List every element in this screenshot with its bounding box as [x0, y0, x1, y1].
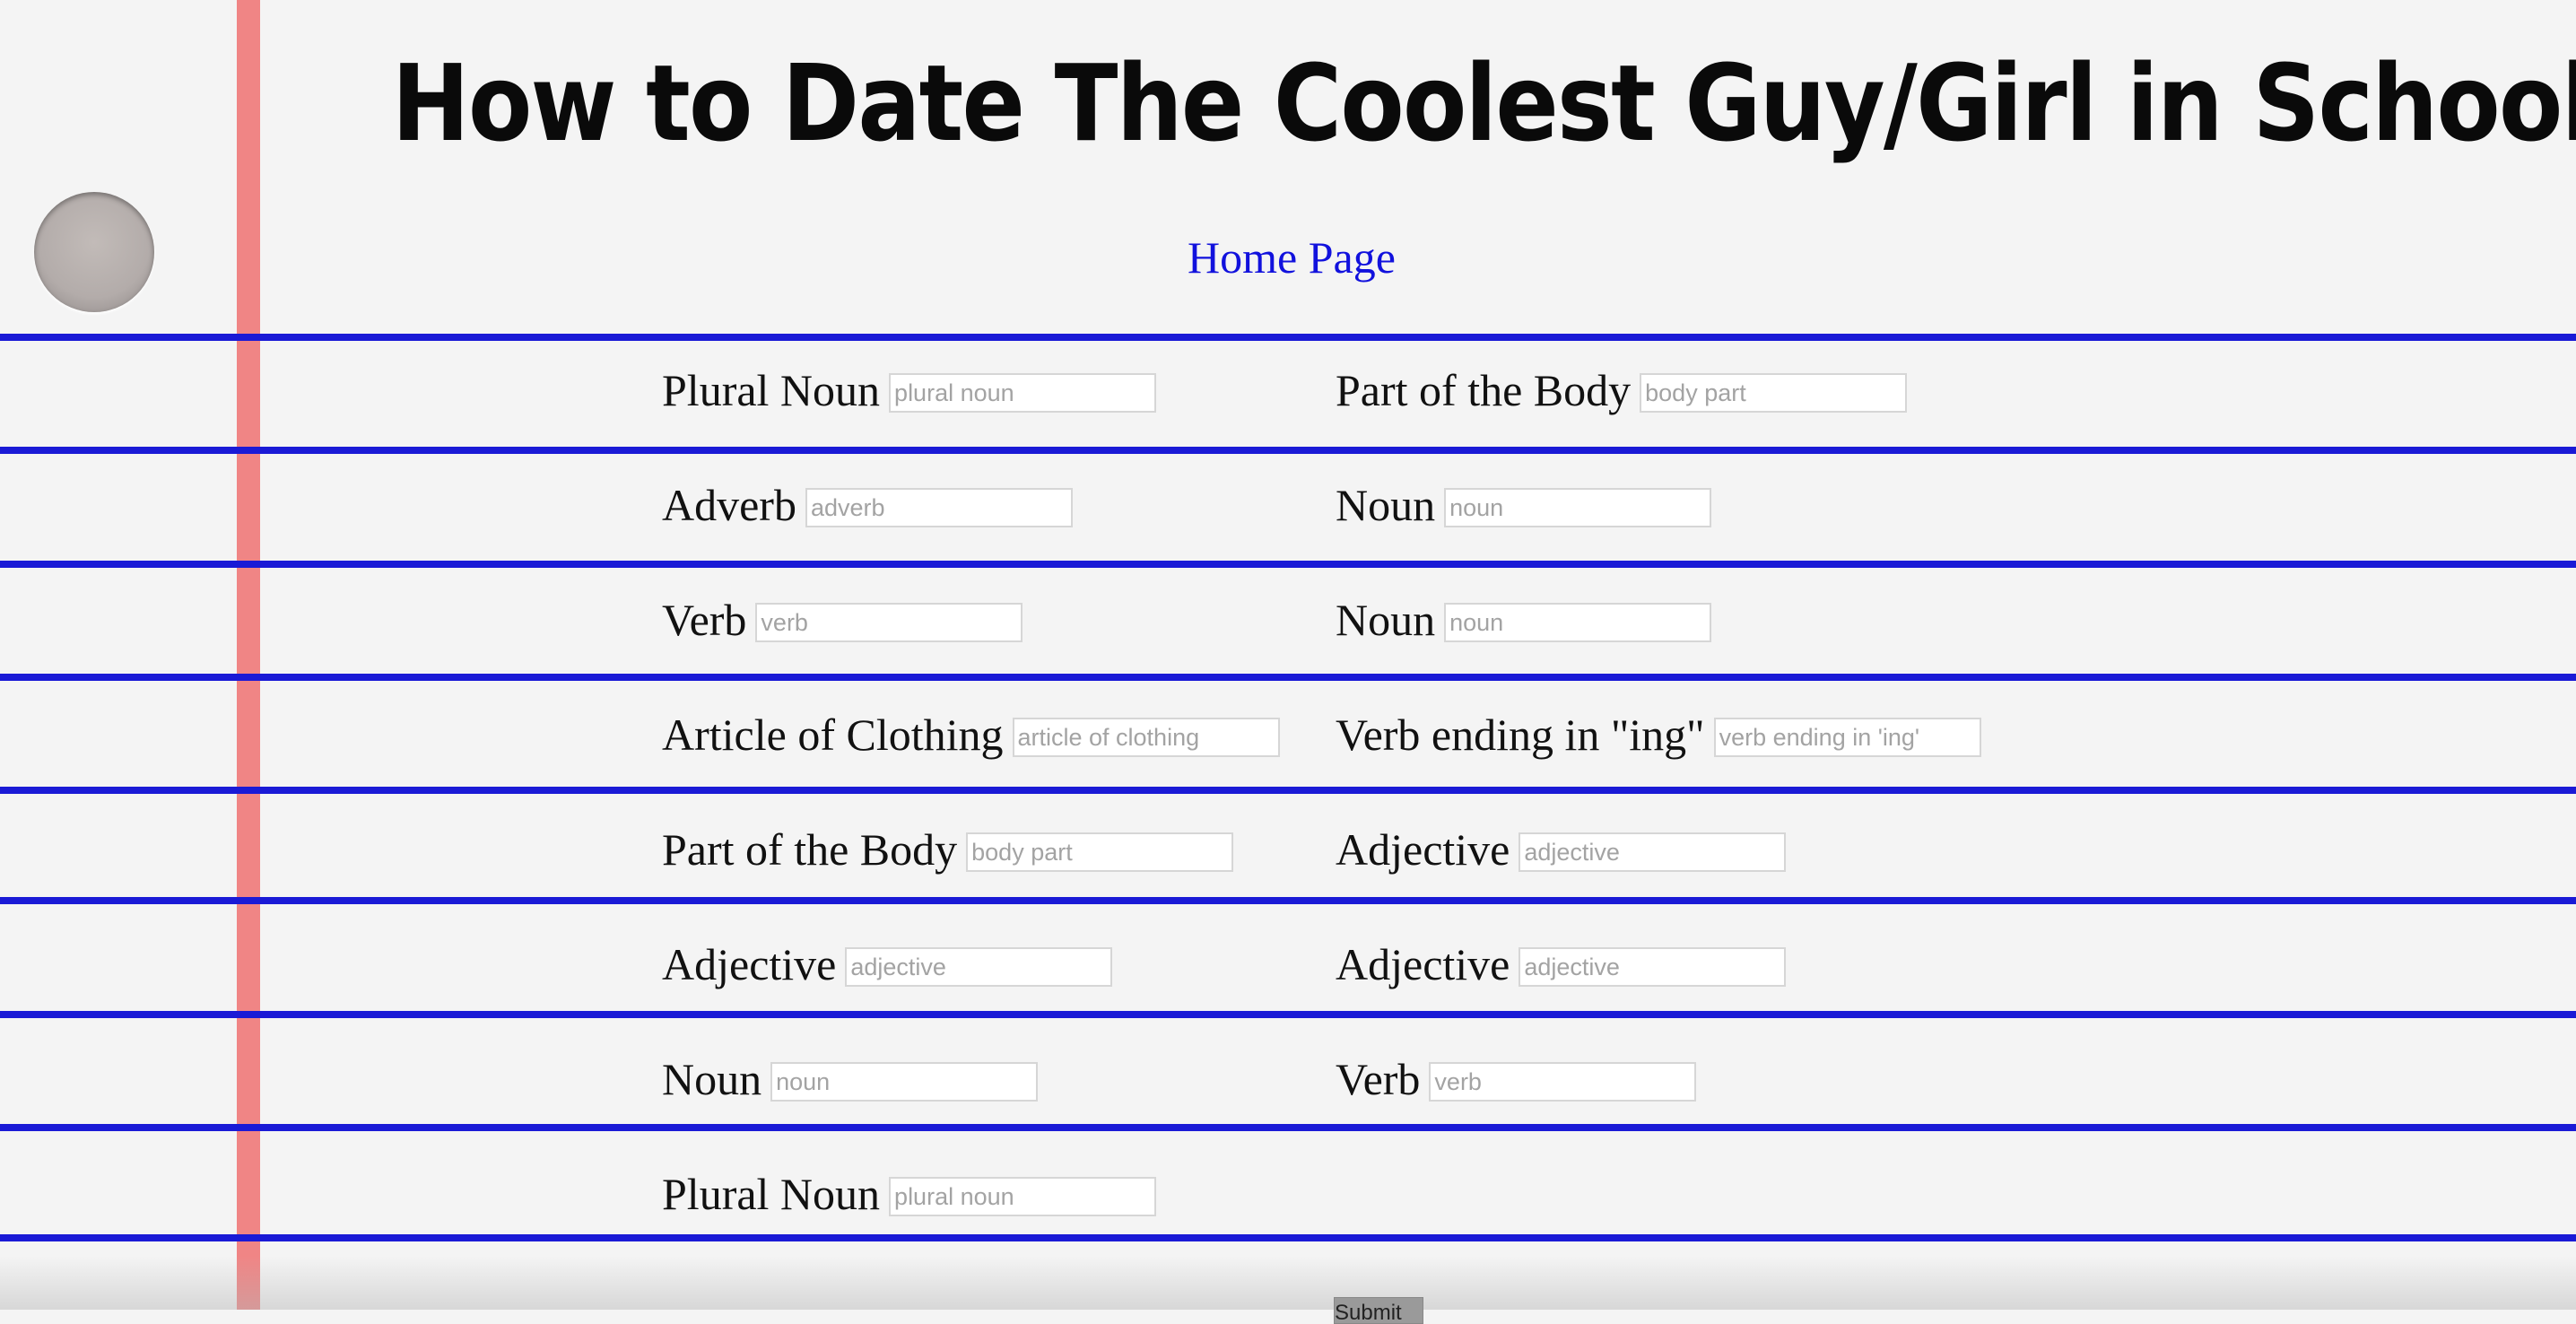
field-plural-noun: Plural Noun	[662, 363, 1157, 417]
field-part-of-body: Part of the Body	[1336, 363, 1908, 417]
field-label: Adjective	[662, 939, 837, 989]
paper-rule-line	[0, 1234, 2576, 1241]
field-article-of-clothing: Article of Clothing	[662, 708, 1280, 762]
field-part-of-body: Part of the Body	[662, 823, 1234, 876]
field-label: Verb	[1336, 1054, 1421, 1104]
field-label: Adverb	[662, 480, 796, 530]
adjective-input[interactable]	[1519, 947, 1787, 987]
field-label: Noun	[662, 1054, 762, 1104]
page-title: How to Date The Coolest Guy/Girl in Scho…	[391, 41, 2576, 165]
submit-button[interactable]: Submit	[1334, 1297, 1423, 1324]
adverb-input[interactable]	[805, 488, 1073, 527]
noun-input[interactable]	[1444, 488, 1712, 527]
field-plural-noun: Plural Noun	[662, 1167, 1157, 1221]
field-label: Verb ending in "ing"	[1336, 710, 1705, 760]
field-label: Plural Noun	[662, 365, 881, 415]
verb-input[interactable]	[1429, 1062, 1697, 1102]
field-noun: Noun	[1336, 593, 1712, 647]
field-label: Adjective	[1336, 939, 1510, 989]
paper-rule-line	[0, 1124, 2576, 1131]
field-noun: Noun	[1336, 478, 1712, 532]
adjective-input[interactable]	[845, 947, 1113, 987]
plural-noun-input[interactable]	[889, 1177, 1157, 1216]
field-label: Adjective	[1336, 824, 1510, 875]
field-verb: Verb	[1336, 1052, 1697, 1106]
paper-rule-line	[0, 787, 2576, 794]
field-label: Article of Clothing	[662, 710, 1004, 760]
body-part-input[interactable]	[1640, 373, 1908, 413]
field-adverb: Adverb	[662, 478, 1073, 532]
noun-input[interactable]	[1444, 603, 1712, 642]
plural-noun-input[interactable]	[889, 373, 1157, 413]
field-verb-ing: Verb ending in "ing"	[1336, 708, 1981, 762]
field-label: Noun	[1336, 595, 1436, 645]
paper-margin-line	[237, 0, 260, 1310]
adjective-input[interactable]	[1519, 832, 1787, 872]
article-of-clothing-input[interactable]	[1012, 718, 1280, 757]
paper-rule-line	[0, 1011, 2576, 1018]
verb-ing-input[interactable]	[1713, 718, 1981, 757]
field-label: Plural Noun	[662, 1169, 881, 1219]
field-adjective: Adjective	[1336, 937, 1787, 991]
paper-bottom-shadow	[0, 1256, 2576, 1310]
home-page-link[interactable]: Home Page	[1112, 226, 1471, 289]
field-verb: Verb	[662, 593, 1023, 647]
field-label: Part of the Body	[1336, 365, 1632, 415]
field-adjective: Adjective	[1336, 823, 1787, 876]
paper-rule-line	[0, 561, 2576, 568]
noun-input[interactable]	[770, 1062, 1039, 1102]
verb-input[interactable]	[755, 603, 1023, 642]
paper-rule-line	[0, 447, 2576, 454]
field-label: Noun	[1336, 480, 1436, 530]
field-label: Verb	[662, 595, 747, 645]
paper-rule-line	[0, 897, 2576, 904]
field-noun: Noun	[662, 1052, 1039, 1106]
binder-hole	[34, 192, 154, 312]
body-part-input[interactable]	[966, 832, 1234, 872]
field-adjective: Adjective	[662, 937, 1113, 991]
paper-rule-line	[0, 334, 2576, 341]
field-label: Part of the Body	[662, 824, 958, 875]
paper-rule-line	[0, 674, 2576, 681]
